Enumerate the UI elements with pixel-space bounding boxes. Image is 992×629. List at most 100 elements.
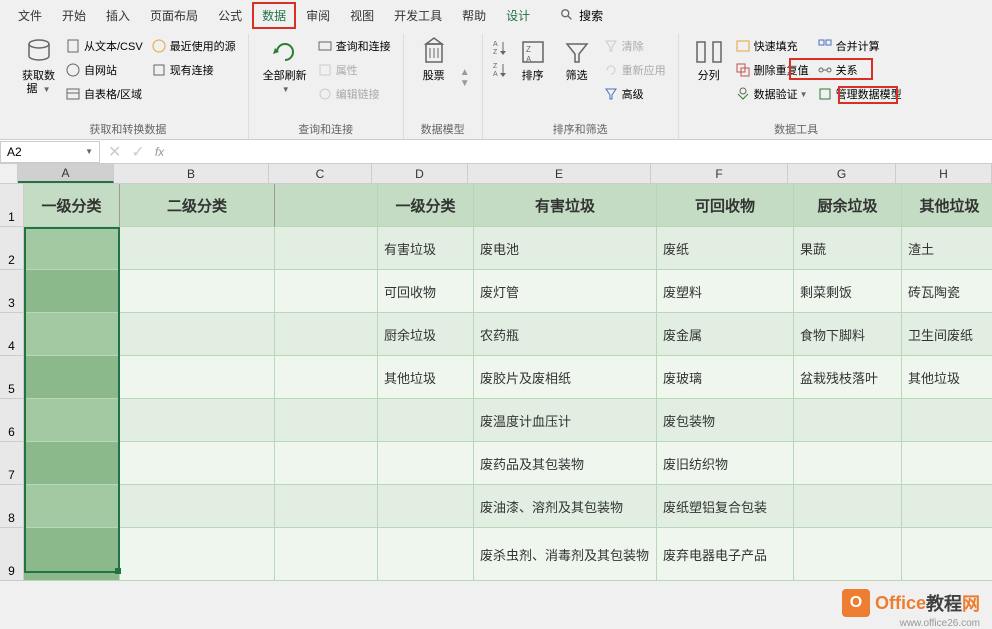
cell-A9[interactable] bbox=[24, 528, 120, 581]
cell-A7[interactable] bbox=[24, 442, 120, 485]
cell-E2[interactable]: 废电池 bbox=[474, 227, 657, 270]
get-data-button[interactable]: 获取数 据 ▼ bbox=[16, 34, 61, 122]
row-header-7[interactable]: 7 bbox=[0, 442, 24, 485]
cell-F2[interactable]: 废纸 bbox=[657, 227, 794, 270]
search-group[interactable]: 搜索 bbox=[560, 7, 603, 24]
clear-filter-button[interactable]: 清除 bbox=[599, 36, 670, 56]
cell-H7[interactable] bbox=[902, 442, 992, 485]
col-header-G[interactable]: G bbox=[788, 164, 896, 183]
cell-D4[interactable]: 厨余垃圾 bbox=[378, 313, 474, 356]
cell-B6[interactable] bbox=[120, 399, 275, 442]
cell-C8[interactable] bbox=[275, 485, 378, 528]
cell-H6[interactable] bbox=[902, 399, 992, 442]
cell-B4[interactable] bbox=[120, 313, 275, 356]
cell-B2[interactable] bbox=[120, 227, 275, 270]
col-header-D[interactable]: D bbox=[372, 164, 468, 183]
cell-D5[interactable]: 其他垃圾 bbox=[378, 356, 474, 399]
cell-C7[interactable] bbox=[275, 442, 378, 485]
cell-E3[interactable]: 废灯管 bbox=[474, 270, 657, 313]
from-table-button[interactable]: 自表格/区域 bbox=[61, 84, 147, 104]
cell-D7[interactable] bbox=[378, 442, 474, 485]
cell-E7[interactable]: 废药品及其包装物 bbox=[474, 442, 657, 485]
cell-E8[interactable]: 废油漆、溶剂及其包装物 bbox=[474, 485, 657, 528]
cell-G3[interactable]: 剩菜剩饭 bbox=[794, 270, 902, 313]
col-header-F[interactable]: F bbox=[651, 164, 788, 183]
cell-G7[interactable] bbox=[794, 442, 902, 485]
cell-F5[interactable]: 废玻璃 bbox=[657, 356, 794, 399]
row-header-1[interactable]: 1 bbox=[0, 184, 24, 227]
cell-E5[interactable]: 废胶片及废相纸 bbox=[474, 356, 657, 399]
cell-D3[interactable]: 可回收物 bbox=[378, 270, 474, 313]
tab-view[interactable]: 视图 bbox=[340, 2, 384, 29]
cell-F3[interactable]: 废塑料 bbox=[657, 270, 794, 313]
cell-B1[interactable]: 二级分类 bbox=[120, 184, 275, 227]
formula-input[interactable] bbox=[172, 140, 992, 163]
row-header-9[interactable]: 9 bbox=[0, 528, 24, 581]
tab-dev[interactable]: 开发工具 bbox=[384, 2, 452, 29]
tab-pagelayout[interactable]: 页面布局 bbox=[140, 2, 208, 29]
cell-B8[interactable] bbox=[120, 485, 275, 528]
col-header-E[interactable]: E bbox=[468, 164, 651, 183]
tab-review[interactable]: 审阅 bbox=[296, 2, 340, 29]
cell-A4[interactable] bbox=[24, 313, 120, 356]
row-header-2[interactable]: 2 bbox=[0, 227, 24, 270]
row-header-6[interactable]: 6 bbox=[0, 399, 24, 442]
stocks-button[interactable]: 股票 bbox=[412, 34, 456, 122]
cell-C1[interactable] bbox=[275, 184, 378, 227]
consolidate-button[interactable]: 合并计算 bbox=[813, 36, 906, 56]
cell-A1[interactable]: 一级分类 bbox=[24, 184, 120, 227]
fx-icon[interactable]: fx bbox=[155, 145, 164, 159]
properties-button[interactable]: 属性 bbox=[313, 60, 395, 80]
cell-F7[interactable]: 废旧纺织物 bbox=[657, 442, 794, 485]
cell-C4[interactable] bbox=[275, 313, 378, 356]
filter-button[interactable]: 筛选 bbox=[555, 34, 599, 122]
cancel-icon[interactable]: ✕ bbox=[108, 142, 121, 162]
flash-fill-button[interactable]: 快速填充 bbox=[731, 36, 813, 56]
existing-conn-button[interactable]: 现有连接 bbox=[147, 60, 240, 80]
col-header-A[interactable]: A bbox=[18, 164, 114, 183]
cell-H8[interactable] bbox=[902, 485, 992, 528]
cell-G5[interactable]: 盆栽残枝落叶 bbox=[794, 356, 902, 399]
tab-design[interactable]: 设计 bbox=[496, 2, 540, 29]
cell-C2[interactable] bbox=[275, 227, 378, 270]
cell-E9[interactable]: 废杀虫剂、消毒剂及其包装物 bbox=[474, 528, 657, 581]
remove-duplicates-button[interactable]: 删除重复值 bbox=[731, 60, 813, 80]
cell-E4[interactable]: 农药瓶 bbox=[474, 313, 657, 356]
cell-H9[interactable] bbox=[902, 528, 992, 581]
tab-data[interactable]: 数据 bbox=[252, 2, 296, 29]
row-header-5[interactable]: 5 bbox=[0, 356, 24, 399]
queries-conn-button[interactable]: 查询和连接 bbox=[313, 36, 395, 56]
cell-A5[interactable] bbox=[24, 356, 120, 399]
cell-A8[interactable] bbox=[24, 485, 120, 528]
cell-A2[interactable] bbox=[24, 227, 120, 270]
cell-H2[interactable]: 渣土 bbox=[902, 227, 992, 270]
cell-D1[interactable]: 一级分类 bbox=[378, 184, 474, 227]
manage-data-model-button[interactable]: 管理数据模型 bbox=[813, 84, 906, 104]
from-csv-button[interactable]: 从文本/CSV bbox=[61, 36, 147, 56]
sort-za-button[interactable]: ZA bbox=[491, 60, 511, 80]
cell-H1[interactable]: 其他垃圾 bbox=[902, 184, 992, 227]
sort-az-button[interactable]: AZ bbox=[491, 38, 511, 58]
row-header-8[interactable]: 8 bbox=[0, 485, 24, 528]
name-box[interactable]: A2 ▼ bbox=[0, 141, 100, 163]
recent-sources-button[interactable]: 最近使用的源 bbox=[147, 36, 240, 56]
cell-B7[interactable] bbox=[120, 442, 275, 485]
cell-G1[interactable]: 厨余垃圾 bbox=[794, 184, 902, 227]
col-header-C[interactable]: C bbox=[269, 164, 372, 183]
tab-formulas[interactable]: 公式 bbox=[208, 2, 252, 29]
tab-help[interactable]: 帮助 bbox=[452, 2, 496, 29]
advanced-filter-button[interactable]: 高级 bbox=[599, 84, 670, 104]
relationships-button[interactable]: 关系 bbox=[813, 60, 906, 80]
cell-H5[interactable]: 其他垃圾 bbox=[902, 356, 992, 399]
cell-F8[interactable]: 废纸塑铝复合包装 bbox=[657, 485, 794, 528]
cell-D6[interactable] bbox=[378, 399, 474, 442]
cell-F6[interactable]: 废包装物 bbox=[657, 399, 794, 442]
refresh-all-button[interactable]: 全部刷新▼ bbox=[257, 34, 313, 122]
cell-B5[interactable] bbox=[120, 356, 275, 399]
row-header-4[interactable]: 4 bbox=[0, 313, 24, 356]
cell-G2[interactable]: 果蔬 bbox=[794, 227, 902, 270]
cell-C6[interactable] bbox=[275, 399, 378, 442]
cell-E1[interactable]: 有害垃圾 bbox=[474, 184, 657, 227]
cell-B3[interactable] bbox=[120, 270, 275, 313]
cell-E6[interactable]: 废温度计血压计 bbox=[474, 399, 657, 442]
